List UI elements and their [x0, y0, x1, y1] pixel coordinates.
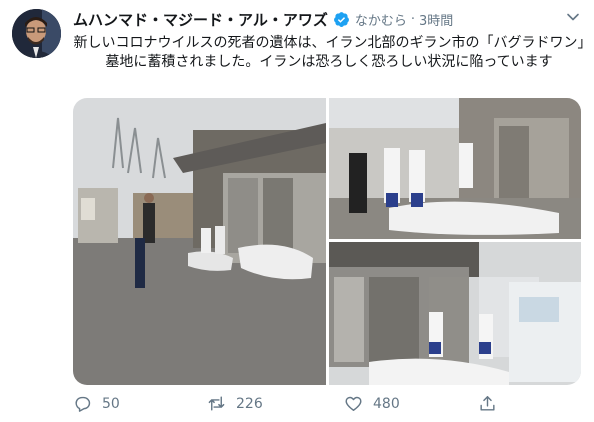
heart-icon: [345, 396, 362, 411]
author-handle[interactable]: なかむら: [355, 10, 407, 29]
like-button[interactable]: 480: [344, 394, 400, 413]
retweet-icon: [208, 396, 225, 411]
photo-2[interactable]: [329, 98, 581, 239]
verified-badge-icon: [333, 11, 349, 27]
tweet-header: ムハンマド・マジード・アル・アワズ なかむら · 3時間: [73, 9, 453, 29]
tweet-actions: 50 226 480: [73, 394, 585, 416]
separator-dot: ·: [410, 11, 416, 27]
reply-count: 50: [102, 395, 120, 412]
photo-3[interactable]: [329, 242, 581, 385]
retweet-count: 226: [236, 395, 263, 412]
like-count: 480: [373, 395, 400, 412]
media-grid: [73, 98, 581, 385]
reply-icon: [75, 396, 91, 412]
tweet-timestamp[interactable]: 3時間: [419, 10, 453, 29]
share-icon: [480, 396, 495, 411]
retweet-button[interactable]: 226: [207, 394, 263, 413]
share-button[interactable]: [478, 394, 497, 413]
tweet-text: 新しいコロナウイルスの死者の遺体は、イラン北部のギラン市の「バグラドワン」墓地に…: [73, 35, 585, 70]
photo-1[interactable]: [73, 98, 326, 385]
chevron-down-icon[interactable]: [566, 10, 580, 24]
author-name[interactable]: ムハンマド・マジード・アル・アワズ: [73, 9, 328, 30]
reply-button[interactable]: 50: [73, 394, 120, 413]
avatar[interactable]: [12, 9, 61, 58]
